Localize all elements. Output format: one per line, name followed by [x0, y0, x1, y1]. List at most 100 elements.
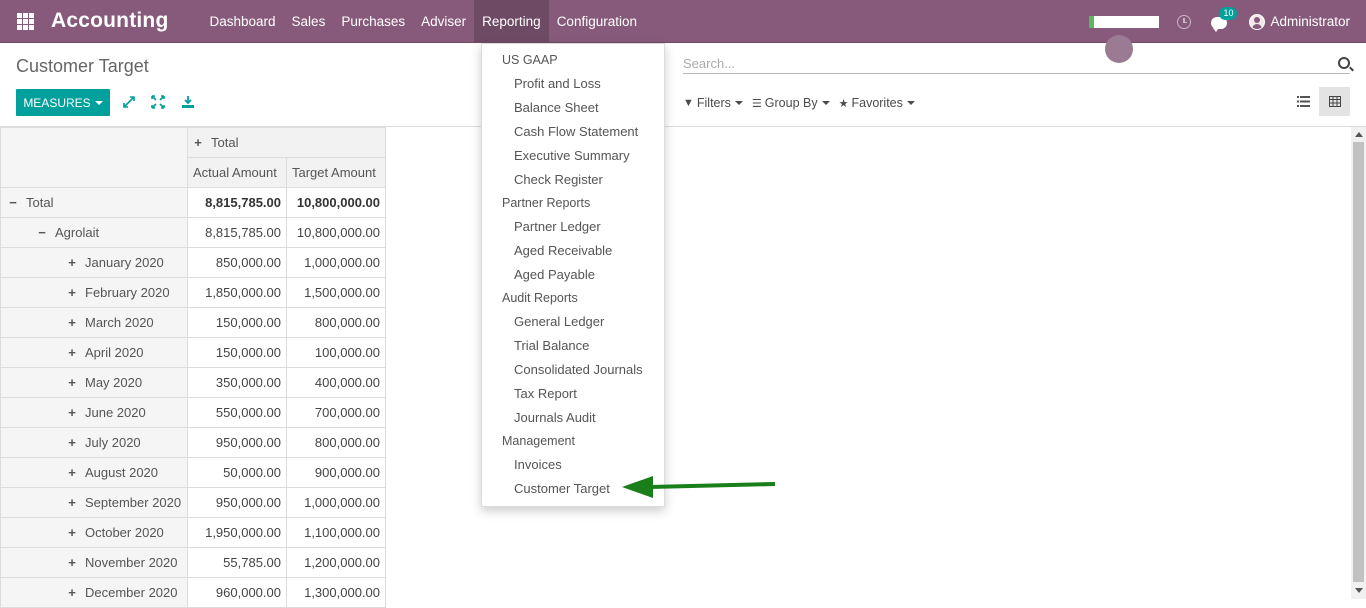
- cell-actual[interactable]: 50,000.00: [187, 457, 287, 488]
- cell-target[interactable]: 1,000,000.00: [286, 487, 386, 518]
- row-header-month[interactable]: + July 2020: [0, 427, 188, 458]
- pivot-view-button[interactable]: [1319, 87, 1350, 116]
- cell-actual[interactable]: 150,000.00: [187, 307, 287, 338]
- scroll-up-icon[interactable]: [1355, 132, 1363, 137]
- cell-actual[interactable]: 350,000.00: [187, 367, 287, 398]
- flip-axis-icon[interactable]: [122, 95, 136, 109]
- app-brand[interactable]: Accounting: [51, 9, 169, 33]
- row-header-month[interactable]: + December 2020: [0, 577, 188, 608]
- cell-actual[interactable]: 960,000.00: [187, 577, 287, 608]
- cell-target[interactable]: 700,000.00: [286, 397, 386, 428]
- menu-item-general-ledger[interactable]: General Ledger: [482, 310, 664, 334]
- favorites-dropdown[interactable]: ★ Favorites: [839, 96, 915, 110]
- list-view-button[interactable]: [1288, 87, 1319, 116]
- row-header-month[interactable]: + June 2020: [0, 397, 188, 428]
- groupby-label: Group By: [764, 96, 818, 110]
- cell-actual[interactable]: 950,000.00: [187, 487, 287, 518]
- row-header-month[interactable]: + January 2020: [0, 247, 188, 278]
- row-header-agrolait[interactable]: − Agrolait: [0, 217, 188, 248]
- menu-item-aged-payable[interactable]: Aged Payable: [482, 263, 664, 287]
- menu-item-consolidated-journals[interactable]: Consolidated Journals: [482, 358, 664, 382]
- apps-menu-icon[interactable]: [0, 0, 50, 43]
- minus-icon: −: [38, 225, 46, 240]
- cell-target[interactable]: 800,000.00: [286, 427, 386, 458]
- table-row-total: − Total 8,815,785.00 10,800,000.00: [0, 187, 386, 218]
- caret-down-icon: [821, 101, 830, 105]
- cell-actual[interactable]: 150,000.00: [187, 337, 287, 368]
- scroll-thumb[interactable]: [1353, 142, 1364, 582]
- cell-actual[interactable]: 55,785.00: [187, 547, 287, 578]
- cell-target[interactable]: 800,000.00: [286, 307, 386, 338]
- row-header-month[interactable]: + September 2020: [0, 487, 188, 518]
- menu-purchases[interactable]: Purchases: [333, 0, 413, 43]
- search-input[interactable]: [683, 54, 1313, 73]
- menu-item-journals-audit[interactable]: Journals Audit: [482, 406, 664, 430]
- row-header-month[interactable]: + August 2020: [0, 457, 188, 488]
- menu-configuration[interactable]: Configuration: [549, 0, 645, 43]
- row-header-month[interactable]: + February 2020: [0, 277, 188, 308]
- table-row: + August 2020 50,000.00 900,000.00: [0, 457, 386, 488]
- expand-all-icon[interactable]: [151, 95, 165, 109]
- row-header-month[interactable]: + May 2020: [0, 367, 188, 398]
- activity-clock-icon[interactable]: [1177, 14, 1192, 29]
- row-header-month[interactable]: + October 2020: [0, 517, 188, 548]
- menu-item-balance-sheet[interactable]: Balance Sheet: [482, 96, 664, 120]
- filters-dropdown[interactable]: ▼ Filters: [683, 96, 743, 110]
- plus-icon: +: [68, 585, 76, 600]
- row-header-month[interactable]: + April 2020: [0, 337, 188, 368]
- cell-actual[interactable]: 1,950,000.00: [187, 517, 287, 548]
- menu-item-cash-flow-statement[interactable]: Cash Flow Statement: [482, 120, 664, 144]
- cell-target[interactable]: 1,000,000.00: [286, 247, 386, 278]
- row-header-month[interactable]: + November 2020: [0, 547, 188, 578]
- menu-sales[interactable]: Sales: [284, 0, 334, 43]
- cell-target[interactable]: 400,000.00: [286, 367, 386, 398]
- menu-item-trial-balance[interactable]: Trial Balance: [482, 334, 664, 358]
- table-row: + January 2020 850,000.00 1,000,000.00: [0, 247, 386, 278]
- menu-reporting[interactable]: Reporting: [474, 0, 549, 43]
- groupby-dropdown[interactable]: ☰ Group By: [752, 96, 830, 110]
- vertical-scrollbar[interactable]: [1351, 127, 1366, 599]
- scroll-down-icon[interactable]: [1355, 588, 1363, 593]
- cell-total-target[interactable]: 10,800,000.00: [286, 187, 386, 218]
- cell-actual[interactable]: 550,000.00: [187, 397, 287, 428]
- messaging-button[interactable]: 10: [1211, 6, 1238, 32]
- user-menu[interactable]: Administrator: [1270, 14, 1350, 29]
- download-icon[interactable]: [181, 95, 195, 109]
- cell-total-actual[interactable]: 8,815,785.00: [187, 187, 287, 218]
- row-header-month[interactable]: + March 2020: [0, 307, 188, 338]
- menu-item-executive-summary[interactable]: Executive Summary: [482, 144, 664, 168]
- cell-target[interactable]: 1,200,000.00: [286, 547, 386, 578]
- menu-item-tax-report[interactable]: Tax Report: [482, 382, 664, 406]
- star-icon: ★: [838, 97, 849, 110]
- caret-down-icon: [734, 101, 743, 105]
- row-header-total[interactable]: − Total: [0, 187, 188, 218]
- cell-target[interactable]: 100,000.00: [286, 337, 386, 368]
- measure-header-actual[interactable]: Actual Amount: [187, 157, 287, 188]
- measures-button[interactable]: MEASURES: [16, 89, 110, 116]
- menu-dashboard[interactable]: Dashboard: [202, 0, 284, 43]
- search-options: ▼ Filters ☰ Group By ★ Favorites: [683, 96, 924, 110]
- table-row: + February 2020 1,850,000.00 1,500,000.00: [0, 277, 386, 308]
- search-bar: [683, 54, 1350, 74]
- cell-target[interactable]: 1,500,000.00: [286, 277, 386, 308]
- col-header-total[interactable]: + Total: [187, 127, 386, 158]
- cell-target[interactable]: 1,100,000.00: [286, 517, 386, 548]
- cell-target[interactable]: 1,300,000.00: [286, 577, 386, 608]
- menu-adviser[interactable]: Adviser: [413, 0, 474, 43]
- table-row: + March 2020 150,000.00 800,000.00: [0, 307, 386, 338]
- menu-item-aged-receivable[interactable]: Aged Receivable: [482, 239, 664, 263]
- cell-group-target[interactable]: 10,800,000.00: [286, 217, 386, 248]
- plus-icon: +: [68, 405, 76, 420]
- section-header-us-gaap: US GAAP: [502, 53, 558, 67]
- cell-target[interactable]: 900,000.00: [286, 457, 386, 488]
- user-avatar[interactable]: [1249, 13, 1266, 30]
- cell-actual[interactable]: 1,850,000.00: [187, 277, 287, 308]
- cell-actual[interactable]: 950,000.00: [187, 427, 287, 458]
- search-icon[interactable]: [1338, 57, 1350, 69]
- measure-header-target[interactable]: Target Amount: [286, 157, 386, 188]
- menu-item-check-register[interactable]: Check Register: [482, 168, 664, 192]
- cell-group-actual[interactable]: 8,815,785.00: [187, 217, 287, 248]
- menu-item-profit-and-loss[interactable]: Profit and Loss: [482, 72, 664, 96]
- cell-actual[interactable]: 850,000.00: [187, 247, 287, 278]
- menu-item-partner-ledger[interactable]: Partner Ledger: [482, 215, 664, 239]
